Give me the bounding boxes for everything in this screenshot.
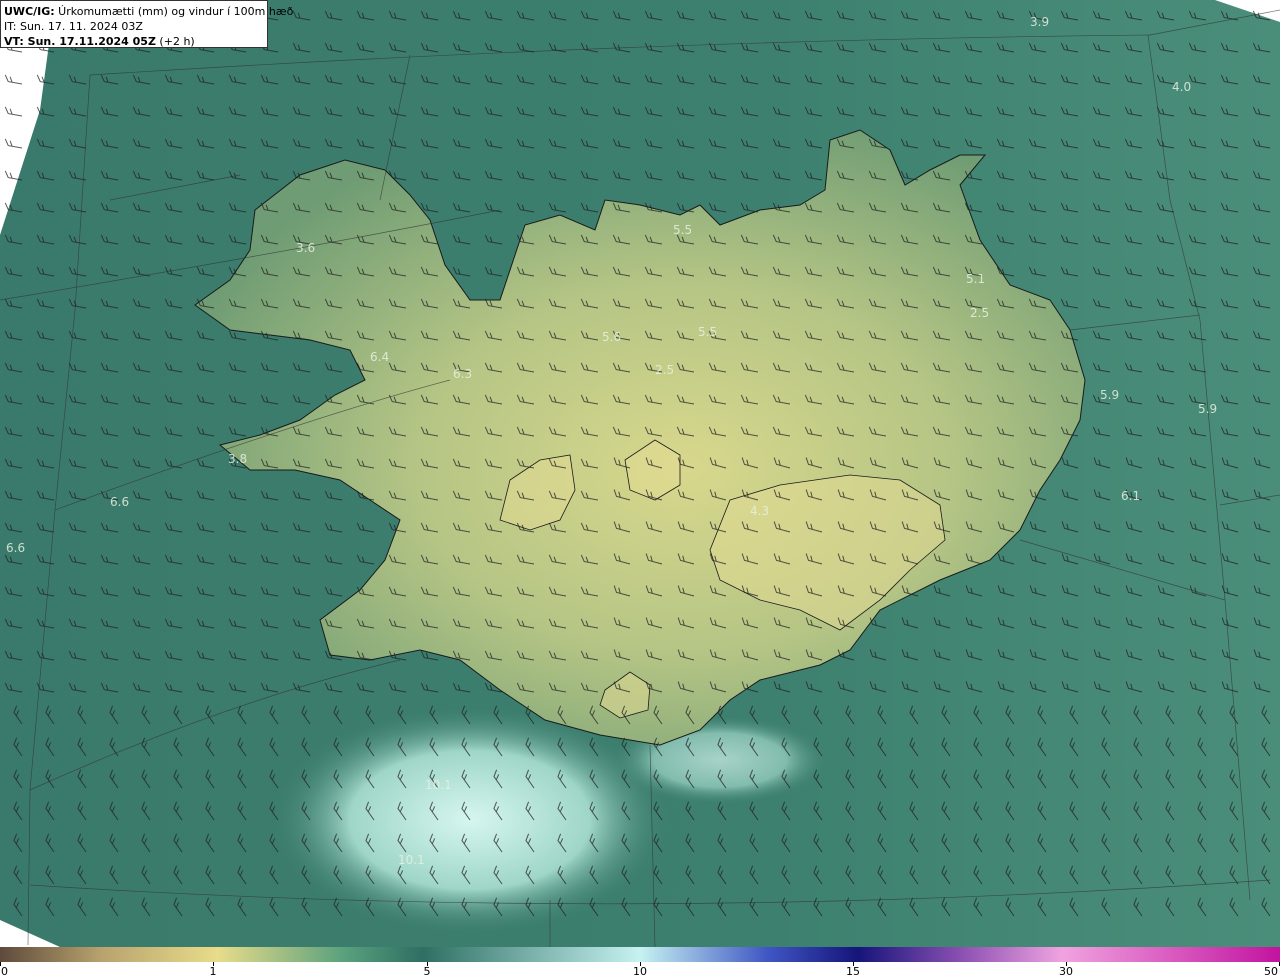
map-title: Úrkomumætti (mm) og vindur í 100m hæð bbox=[54, 5, 294, 18]
value-label: 3.6 bbox=[296, 241, 315, 255]
model-code: UWC/IG: bbox=[4, 5, 55, 18]
value-label: 5.9 bbox=[1100, 388, 1119, 402]
initial-time: IT: Sun. 17. 11. 2024 03Z bbox=[4, 20, 143, 33]
value-label: 5.1 bbox=[966, 272, 985, 286]
value-label: 4.0 bbox=[1172, 80, 1191, 94]
value-label: 2.5 bbox=[970, 306, 989, 320]
valid-time: VT: Sun. 17.11.2024 05Z bbox=[4, 35, 156, 48]
valid-time-row: VT: Sun. 17.11.2024 05Z (+2 h) bbox=[4, 34, 264, 49]
scale-label: 10 bbox=[633, 965, 647, 978]
scale-label: 1 bbox=[209, 965, 217, 978]
scale-label: 15 bbox=[846, 965, 860, 978]
color-scale-legend: 0 1 5 10 15 30 50 bbox=[0, 947, 1280, 978]
map-info-box: UWC/IG: Úrkomumætti (mm) og vindur í 100… bbox=[0, 0, 293, 49]
map-canvas: 3.9 4.0 3.6 5.5 5.1 2.5 5.6 5.5 6.4 6.3 … bbox=[0, 0, 1280, 947]
value-label: 10.1 bbox=[398, 853, 425, 867]
value-label: 5.9 bbox=[1198, 402, 1217, 416]
value-label: 5.5 bbox=[698, 325, 717, 339]
value-label: 2.5 bbox=[655, 363, 674, 377]
scale-label: 50 bbox=[1264, 965, 1278, 978]
value-label: 3.8 bbox=[228, 452, 247, 466]
scale-label: 0 bbox=[1, 965, 8, 978]
value-label: 5.6 bbox=[602, 330, 621, 344]
scale-label: 5 bbox=[423, 965, 431, 978]
value-label: 6.4 bbox=[370, 350, 389, 364]
scale-label: 30 bbox=[1059, 965, 1073, 978]
value-label: 6.6 bbox=[110, 495, 129, 509]
weather-map: 3.9 4.0 3.6 5.5 5.1 2.5 5.6 5.5 6.4 6.3 … bbox=[0, 0, 1280, 978]
value-label: 6.6 bbox=[6, 541, 25, 555]
value-label: 5.5 bbox=[673, 223, 692, 237]
precipitation-area-south bbox=[270, 705, 670, 935]
value-label: 10.1 bbox=[425, 778, 452, 792]
map-title-row: UWC/IG: Úrkomumætti (mm) og vindur í 100… bbox=[4, 4, 293, 19]
value-label: 4.3 bbox=[750, 504, 769, 518]
value-label: 6.3 bbox=[453, 367, 472, 381]
color-scale-bar bbox=[0, 947, 1280, 962]
value-label: 6.1 bbox=[1121, 489, 1140, 503]
value-label: 3.9 bbox=[1030, 15, 1049, 29]
forecast-offset: (+2 h) bbox=[155, 35, 195, 48]
